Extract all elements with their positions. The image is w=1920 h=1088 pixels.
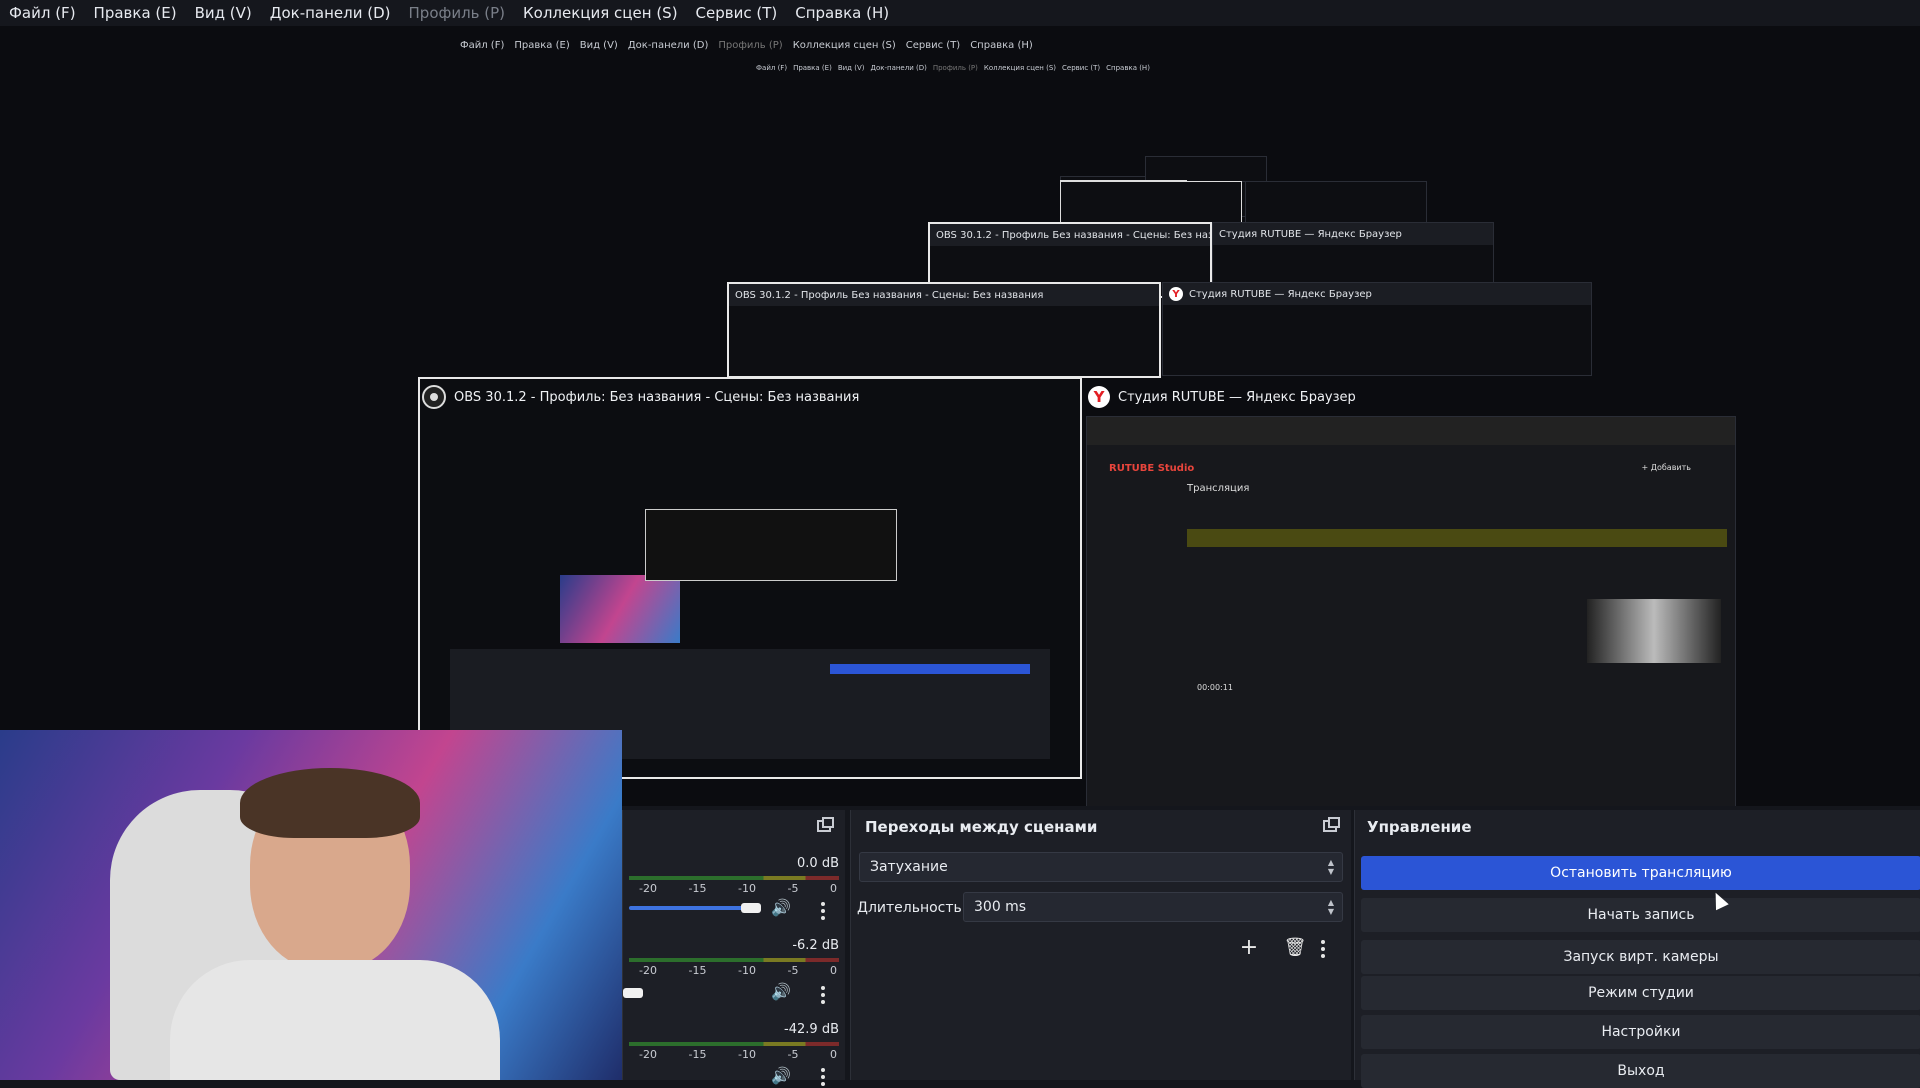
kebab-menu-icon[interactable]: [821, 902, 825, 920]
nested-obs-window-2: OBS 30.1.2 - Профиль Без названия - Сцен…: [727, 282, 1161, 378]
person-hair: [240, 768, 420, 838]
exit-button[interactable]: Выход: [1361, 1054, 1920, 1088]
transition-select[interactable]: Затухание ▲ ▼: [859, 852, 1343, 882]
speaker-icon[interactable]: 🔊: [771, 898, 791, 917]
volume-meter: [629, 876, 839, 880]
nested-menu-bar-2: Файл (F) Правка (E) Вид (V) Док-панели (D) П…: [756, 64, 1150, 72]
audio-mixer-dock: 0.0 dB -20 -15 -10 -5 0 🔊 -6.2 dB -20 -15 -10-…: [622, 810, 845, 1086]
volume-slider-handle[interactable]: [623, 988, 643, 998]
scene-transitions-dock: Переходы между сценами Затухание ▲ ▼ Длит…: [850, 810, 1351, 1080]
undock-icon[interactable]: [1323, 817, 1340, 832]
nested-capture: [645, 509, 897, 581]
undock-icon[interactable]: [817, 817, 834, 832]
obs-window-capture: [418, 377, 1082, 779]
db-value: -42.9 dB: [784, 1022, 839, 1037]
obs-window-caption: OBS 30.1.2 - Профиль: Без названия - Сце…: [422, 385, 859, 409]
rutube-warning-banner: [1187, 529, 1727, 547]
duration-input[interactable]: 300 ms ▲ ▼: [963, 892, 1343, 922]
menu-file[interactable]: Файл (F): [0, 4, 85, 22]
preview-canvas[interactable]: Файл (F) Правка (E) Вид (V) Док-панели (D) П…: [0, 26, 1920, 806]
menu-profile: Профиль (P): [408, 4, 506, 22]
add-transition-button[interactable]: +: [1233, 932, 1265, 962]
yandex-logo-icon: Y: [1088, 386, 1110, 408]
duration-label: Длительность: [857, 900, 962, 916]
trash-icon[interactable]: 🗑: [1279, 932, 1311, 962]
meter-scale: -20 -15 -10 -5 0: [639, 882, 837, 895]
browser-window-capture: RUTUBE Studio Трансляция + Добавить 00:0…: [1086, 416, 1736, 806]
start-recording-button[interactable]: Начать запись: [1361, 898, 1920, 932]
rutube-page-title: Трансляция: [1187, 483, 1250, 494]
webcam-source[interactable]: [0, 730, 622, 1080]
menu-scene-collection[interactable]: Коллекция сцен (S): [514, 4, 687, 22]
controls-dock: Управление Остановить трансляцию Начать …: [1354, 810, 1920, 1088]
rutube-preview: [1587, 599, 1721, 663]
menu-view[interactable]: Вид (V): [186, 4, 261, 22]
kebab-menu-icon[interactable]: [821, 986, 825, 1004]
dock-title: Управление: [1367, 818, 1472, 836]
menu-tools[interactable]: Сервис (T): [687, 4, 787, 22]
select-arrows-icon: ▲ ▼: [1327, 858, 1334, 876]
person-shirt: [170, 960, 500, 1080]
settings-button[interactable]: Настройки: [1361, 1015, 1920, 1049]
browser-window-caption: Y Студия RUTUBE — Яндекс Браузер: [1088, 386, 1356, 408]
nested-menu-bar: Файл (F) Правка (E) Вид (V) Док-панели (D) П…: [460, 40, 1033, 51]
meter-scale: -20 -15 -10 -5 0: [639, 964, 837, 977]
studio-mode-button[interactable]: Режим студии: [1361, 976, 1920, 1010]
nested-webcam: [560, 575, 680, 643]
stop-streaming-button[interactable]: Остановить трансляцию: [1361, 856, 1920, 890]
meter-scale: -20 -15 -10 -5 0: [639, 1048, 837, 1061]
obs-logo-icon: [422, 385, 446, 409]
rutube-logo: RUTUBE Studio: [1109, 463, 1195, 474]
rutube-timer: 00:00:11: [1197, 683, 1233, 692]
menu-docks[interactable]: Док-панели (D): [261, 4, 400, 22]
kebab-menu-icon[interactable]: [821, 1068, 825, 1086]
kebab-menu-icon[interactable]: [1321, 940, 1325, 958]
start-virtual-camera-button[interactable]: Запуск вирт. камеры: [1361, 940, 1920, 974]
db-value: 0.0 dB: [797, 856, 839, 871]
browser-tabs: [1087, 417, 1735, 445]
yandex-logo-icon: Y: [1169, 287, 1183, 301]
volume-slider-handle[interactable]: [741, 903, 761, 913]
db-value: -6.2 dB: [792, 938, 839, 953]
nested-stop-button: [830, 664, 1030, 674]
speaker-icon[interactable]: 🔊: [771, 982, 791, 1001]
nested-browser-window-2: Y Студия RUTUBE — Яндекс Браузер: [1162, 282, 1592, 376]
spinner-arrows-icon[interactable]: ▲ ▼: [1328, 898, 1334, 916]
menu-bar: Файл (F) Правка (E) Вид (V) Док-панели (…: [0, 0, 1920, 26]
volume-slider[interactable]: [629, 906, 759, 910]
speaker-icon[interactable]: 🔊: [771, 1066, 791, 1085]
volume-meter: [629, 958, 839, 962]
dock-title: Переходы между сценами: [865, 818, 1098, 836]
volume-meter: [629, 1042, 839, 1046]
rutube-add-button: + Добавить: [1641, 463, 1691, 472]
menu-help[interactable]: Справка (H): [786, 4, 898, 22]
menu-edit[interactable]: Правка (E): [85, 4, 186, 22]
